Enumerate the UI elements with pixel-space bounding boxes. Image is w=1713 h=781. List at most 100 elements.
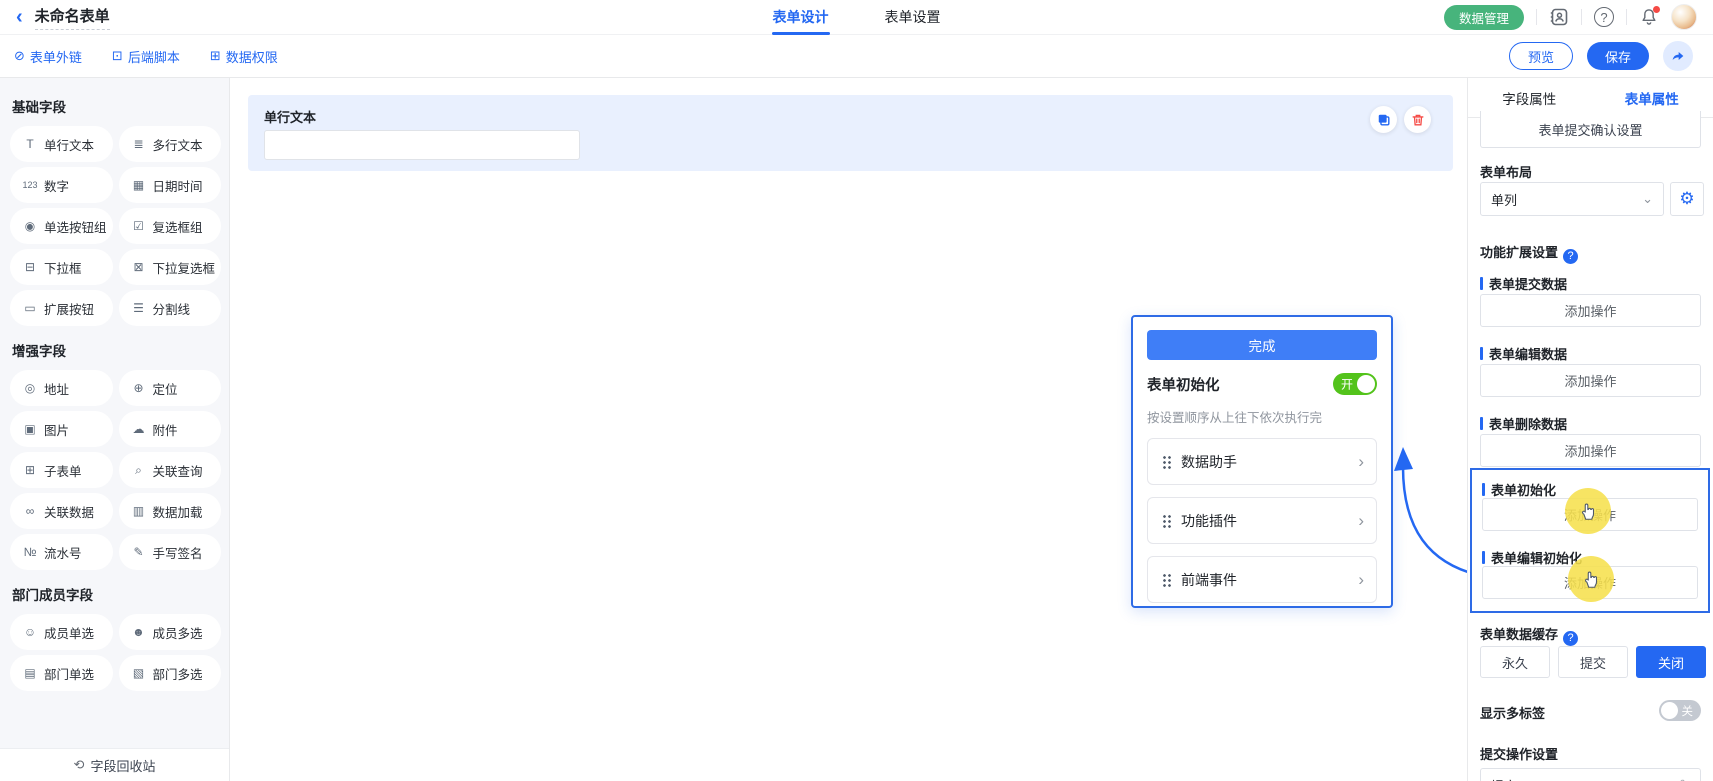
form-init-toggle[interactable]: 开 <box>1333 373 1377 395</box>
backend-script-link[interactable]: ⊡ 后端脚本 <box>112 47 180 66</box>
preview-button[interactable]: 预览 <box>1509 42 1573 70</box>
palette-item-multi-select[interactable]: ⊠下拉复选框 <box>119 249 222 285</box>
dialog-item-data-assistant[interactable]: 数据助手 › <box>1147 438 1377 485</box>
palette-item-dept-single[interactable]: ▤部门单选 <box>10 655 113 691</box>
single-line-text-input[interactable] <box>264 130 580 160</box>
image-icon: ▣ <box>22 422 38 436</box>
palette-item-datetime[interactable]: ▦日期时间 <box>119 167 222 203</box>
item-label: 前端事件 <box>1181 570 1237 590</box>
department-icon: ▤ <box>22 666 38 680</box>
layout-select-value: 单列 <box>1491 190 1517 209</box>
palette-item-extend-button[interactable]: ▭扩展按钮 <box>10 290 113 326</box>
delete-field-button[interactable] <box>1404 106 1431 133</box>
user-avatar[interactable] <box>1671 4 1697 30</box>
palette-item-linked-data[interactable]: ∞关联数据 <box>10 493 113 529</box>
drag-handle-icon[interactable] <box>1162 514 1171 528</box>
palette-item-checkbox-group[interactable]: ☑复选框组 <box>119 208 222 244</box>
add-operation-submit-button[interactable]: 添加操作 <box>1480 294 1701 327</box>
item-label: 日期时间 <box>153 176 203 195</box>
drag-handle-icon[interactable] <box>1162 455 1171 469</box>
dropdown-icon: ⊟ <box>22 260 38 274</box>
divider-icon: ☰ <box>131 301 147 315</box>
group-form-init: 表单初始化 <box>1482 480 1556 499</box>
add-operation-edit-init-button[interactable]: 添加操作 <box>1482 566 1698 599</box>
palette-item-linked-query[interactable]: ⌕关联查询 <box>119 452 222 488</box>
back-icon[interactable]: ‹ <box>16 7 23 27</box>
drag-handle-icon[interactable] <box>1162 573 1171 587</box>
palette-item-multi-line-text[interactable]: ≣多行文本 <box>119 126 222 162</box>
data-manage-button[interactable]: 数据管理 <box>1444 5 1524 30</box>
form-toolbar: ⊘ 表单外链 ⊡ 后端脚本 ⊞ 数据权限 预览 保存 <box>0 35 1713 78</box>
toggle-knob <box>1661 702 1678 719</box>
toggle-off-label: 关 <box>1682 703 1694 719</box>
multi-tab-toggle[interactable]: 关 <box>1659 700 1701 721</box>
layout-settings-button[interactable]: ⚙ <box>1670 182 1704 216</box>
field-recycle-bin[interactable]: ⟲ 字段回收站 <box>0 748 229 781</box>
cache-option-forever[interactable]: 永久 <box>1480 646 1550 678</box>
share-button[interactable] <box>1663 41 1693 71</box>
add-operation-edit-button[interactable]: 添加操作 <box>1480 364 1701 397</box>
palette-item-number[interactable]: 123数字 <box>10 167 113 203</box>
form-title[interactable]: 未命名表单 <box>35 5 110 30</box>
submit-confirm-settings-button[interactable]: 表单提交确认设置 <box>1480 111 1701 148</box>
chevron-right-icon: › <box>1358 453 1364 470</box>
person-icon: ☺ <box>22 625 38 639</box>
item-label: 单选按钮组 <box>44 217 107 236</box>
data-permission-link[interactable]: ⊞ 数据权限 <box>210 47 278 66</box>
divider <box>1581 9 1582 25</box>
copy-field-button[interactable] <box>1370 106 1397 133</box>
add-operation-delete-button[interactable]: 添加操作 <box>1480 434 1701 467</box>
item-label: 分割线 <box>153 299 191 318</box>
item-label: 图片 <box>44 420 69 439</box>
dialog-hint: 按设置顺序从上往下依次执行完 <box>1147 407 1377 426</box>
tab-form-settings[interactable]: 表单设置 <box>885 0 941 35</box>
item-label: 下拉框 <box>44 258 82 277</box>
item-label: 关联数据 <box>44 502 94 521</box>
palette-item-member-single[interactable]: ☺成员单选 <box>10 614 113 650</box>
palette-item-divider[interactable]: ☰ 分割线 <box>119 290 222 326</box>
pin-icon: ◎ <box>22 381 38 395</box>
palette-item-single-line-text[interactable]: T单行文本 <box>10 126 113 162</box>
dialog-item-function-plugin[interactable]: 功能插件 › <box>1147 497 1377 544</box>
palette-item-member-multi[interactable]: ☻成员多选 <box>119 614 222 650</box>
dialog-title: 表单初始化 <box>1147 374 1220 395</box>
layout-select[interactable]: 单列 ⌄ <box>1480 182 1664 216</box>
data-permission-label: 数据权限 <box>226 47 278 66</box>
cache-option-submit[interactable]: 提交 <box>1558 646 1628 678</box>
submit-action-input[interactable] <box>1491 778 1679 781</box>
contacts-icon[interactable] <box>1549 7 1569 27</box>
palette-item-signature[interactable]: ✎手写签名 <box>119 534 222 570</box>
data-cache-header: 表单数据缓存? <box>1480 624 1578 646</box>
item-label: 成员多选 <box>153 623 203 642</box>
cache-option-close[interactable]: 关闭 <box>1636 646 1706 678</box>
dialog-item-frontend-event[interactable]: 前端事件 › <box>1147 556 1377 603</box>
divider <box>1626 9 1627 25</box>
add-operation-init-button[interactable]: 添加操作 <box>1482 498 1698 531</box>
tab-form-design[interactable]: 表单设计 <box>773 0 829 35</box>
palette-item-radio-group[interactable]: ◉单选按钮组 <box>10 208 113 244</box>
form-external-link[interactable]: ⊘ 表单外链 <box>14 47 82 66</box>
palette-item-dept-multi[interactable]: ▧部门多选 <box>119 655 222 691</box>
copy-icon <box>1377 113 1391 127</box>
palette-item-address[interactable]: ◎地址 <box>10 370 113 406</box>
feature-extension-title: 功能扩展设置 <box>1480 245 1558 260</box>
section-basic-fields: 基础字段 <box>12 96 221 116</box>
done-button[interactable]: 完成 <box>1147 330 1377 360</box>
help-icon[interactable]: ? <box>1563 631 1578 646</box>
help-icon[interactable]: ? <box>1563 249 1578 264</box>
submit-action-field[interactable]: ✎ <box>1480 768 1701 781</box>
selected-field-card[interactable]: 单行文本 <box>248 95 1453 171</box>
palette-item-attachment[interactable]: ☁附件 <box>119 411 222 447</box>
field-label: 单行文本 <box>264 107 316 126</box>
palette-item-data-load[interactable]: ▥数据加载 <box>119 493 222 529</box>
palette-item-select[interactable]: ⊟ 下拉框 <box>10 249 113 285</box>
palette-item-serial-number[interactable]: №流水号 <box>10 534 113 570</box>
save-button[interactable]: 保存 <box>1587 42 1649 70</box>
help-icon[interactable]: ? <box>1594 7 1614 27</box>
edit-icon[interactable]: ✎ <box>1679 777 1690 781</box>
form-external-link-label: 表单外链 <box>30 47 82 66</box>
palette-item-location[interactable]: ⊕定位 <box>119 370 222 406</box>
palette-item-image[interactable]: ▣ 图片 <box>10 411 113 447</box>
palette-item-subform[interactable]: ⊞子表单 <box>10 452 113 488</box>
notifications-bell-icon[interactable] <box>1639 7 1659 27</box>
